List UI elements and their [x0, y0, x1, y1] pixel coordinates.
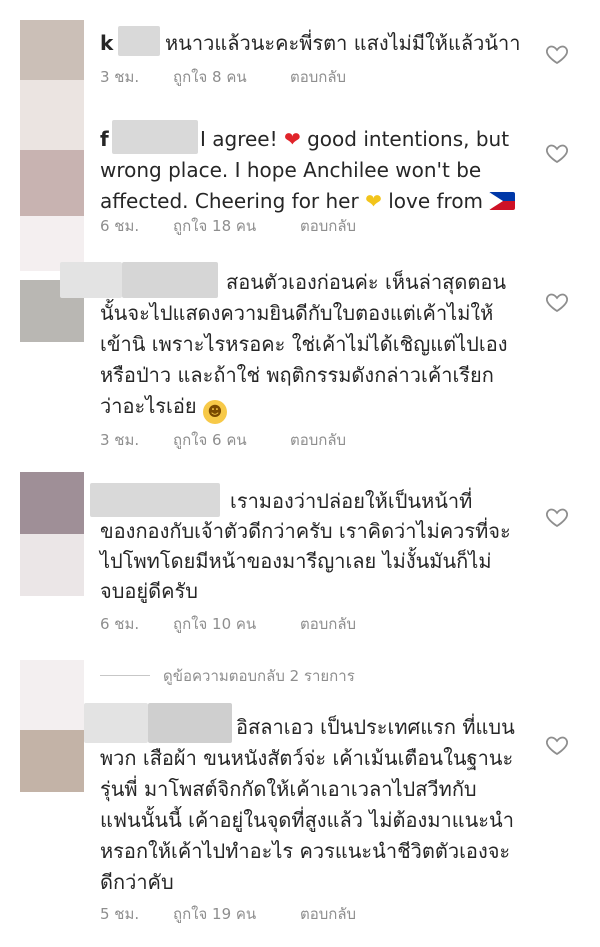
comment-text: ว่าอะไรเอ่ย ☻ [100, 391, 227, 424]
comment-text: จบอยู่ดีครับ [100, 579, 198, 603]
comment-text: รุ่นพี่ มาโพสต์จิกกัดให้เค้าเอาเวลาไปสวี… [100, 777, 477, 801]
username-blur [118, 26, 160, 56]
comment-likes[interactable]: ถูกใจ 10 คน [173, 612, 256, 636]
reply-button[interactable]: ตอบกลับ [300, 612, 356, 636]
comment-likes[interactable]: ถูกใจ 19 คน [173, 902, 256, 926]
view-replies-divider [100, 675, 150, 676]
comment-text: หรอกให้เค้าไปทำอะไร ควรแนะนำชีวิตตัวเองจ… [100, 839, 511, 863]
comment-meta: 5 ชม. ถูกใจ 19 คน ตอบกลับ [100, 902, 400, 923]
comment-time: 6 ชม. [100, 217, 140, 235]
comment-text: wrong place. I hope Anchilee won't be [100, 158, 482, 182]
avatar[interactable] [20, 20, 84, 80]
username-blur [60, 262, 122, 298]
username-blur [148, 703, 232, 743]
comment-text: ไปโพทโดยมีหน้าของมารีญาเลย ไม่งั้นมันก็ไ… [100, 549, 492, 573]
comment-text: affected. Cheering for her ❤ love from [100, 186, 516, 217]
comment-text: นั้นจะไปแสดงความยินดีกับใบตองแต่เค้าไม่ใ… [100, 301, 494, 325]
comment-likes[interactable]: ถูกใจ 8 คน [173, 65, 247, 89]
comment-meta: 6 ชม. ถูกใจ 10 คน ตอบกลับ [100, 612, 400, 633]
comment-meta: 3 ชม. ถูกใจ 8 คน ตอบกลับ [100, 65, 400, 86]
reply-button[interactable]: ตอบกลับ [300, 214, 356, 238]
username-blur [90, 483, 220, 517]
reply-button[interactable]: ตอบกลับ [290, 428, 346, 452]
comment-likes[interactable]: ถูกใจ 18 คน [173, 214, 256, 238]
like-heart-icon[interactable] [545, 42, 569, 66]
red-heart-emoji-icon: ❤ [283, 127, 301, 151]
comment-time: 3 ชม. [100, 431, 140, 449]
philippines-flag-icon [489, 192, 516, 210]
like-heart-icon[interactable] [545, 505, 569, 529]
comment-time: 5 ชม. [100, 905, 140, 923]
laughing-emoji-icon: ☻ [202, 400, 227, 424]
like-heart-icon[interactable] [545, 141, 569, 165]
avatar[interactable] [20, 730, 84, 792]
comment-meta: 6 ชม. ถูกใจ 18 คน ตอบกลับ [100, 214, 400, 235]
comment-text: หนาวแล้วนะคะพี่รตา แสงไม่มีให้แล้วน้าา [165, 31, 521, 55]
avatar-fragment [20, 80, 84, 150]
username-blur [84, 703, 148, 743]
comment-text: เข้านิ เพราะไรหรอคะ ใช่เค้าไม่ได้เชิญแต่… [100, 332, 508, 356]
comment-username[interactable]: f [100, 124, 109, 155]
comment-text: เรามองว่าปล่อยให้เป็นหน้าที่ [230, 489, 473, 513]
like-heart-icon[interactable] [545, 290, 569, 314]
like-heart-icon[interactable] [545, 733, 569, 757]
comment-time: 3 ชม. [100, 68, 140, 86]
avatar-fragment [20, 534, 84, 596]
avatar-fragment [20, 660, 84, 730]
comment-username[interactable]: k [100, 28, 113, 59]
yellow-heart-emoji-icon: ❤ [365, 189, 382, 213]
avatar[interactable] [20, 150, 84, 216]
comment-text: ของกองกับเจ้าตัวดีกว่าครับ เราคิดว่าไม่ค… [100, 519, 511, 543]
comment-text: แฟนนั้นนี้ เค้าอยู่ในจุดที่สูงแล้ว ไม่ต้… [100, 808, 514, 832]
comment-text: สอนตัวเองก่อนค่ะ เห็นล่าสุดตอน [226, 270, 507, 294]
avatar[interactable] [20, 472, 84, 534]
comment-likes[interactable]: ถูกใจ 6 คน [173, 428, 247, 452]
comment-text: อิสลาเอว เป็นประเทศแรก ที่แบน [236, 715, 515, 739]
username-blur [122, 262, 218, 298]
comment-text: หรือป่าว และถ้าใช่ พฤติกรรมดังกล่าวเค้าเ… [100, 363, 494, 387]
comment-text: พวก เสือผ้า ขนหนังสัตว์จ่ะ เค้าเม้นเตือน… [100, 746, 514, 770]
reply-button[interactable]: ตอบกลับ [300, 902, 356, 926]
username-blur [112, 120, 198, 154]
comment-text: ดีกว่าคับ [100, 870, 174, 894]
view-replies-link[interactable]: ดูข้อความตอบกลับ 2 รายการ [163, 664, 355, 688]
comment-text: I agree! ❤ good intentions, but [200, 127, 510, 151]
comment-time: 6 ชม. [100, 615, 140, 633]
reply-button[interactable]: ตอบกลับ [290, 65, 346, 89]
comment-meta: 3 ชม. ถูกใจ 6 คน ตอบกลับ [100, 428, 400, 449]
